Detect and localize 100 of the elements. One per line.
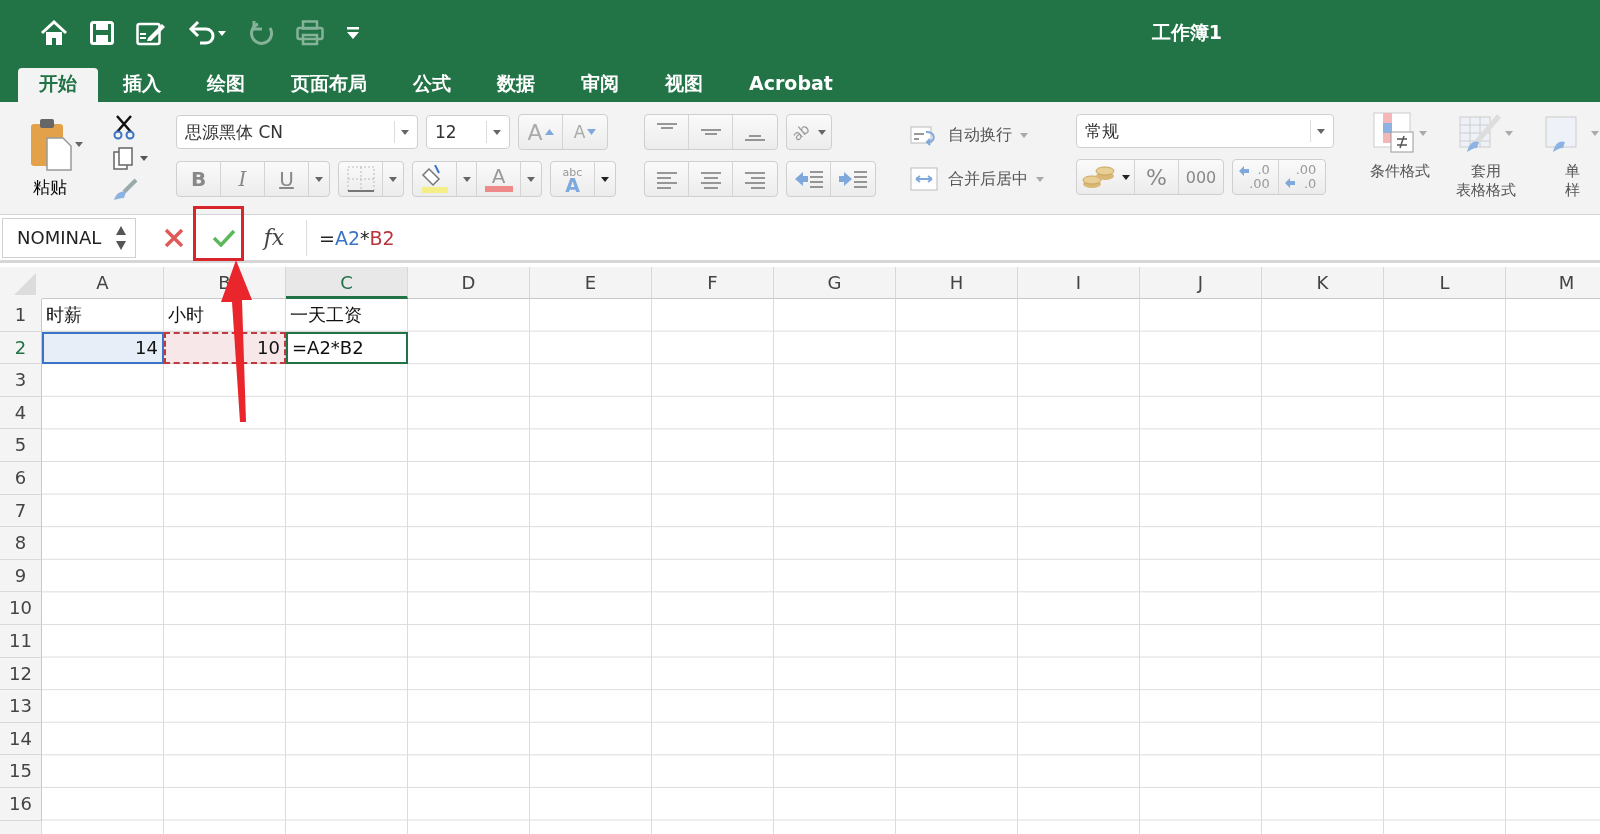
table-cell[interactable]: 时薪 <box>42 299 164 332</box>
caret-icon <box>315 176 323 182</box>
align-right-icon <box>743 169 767 189</box>
row-header[interactable]: 14 <box>0 722 42 756</box>
table-cell[interactable]: 一天工资 <box>286 299 408 332</box>
scissors-icon[interactable] <box>112 114 136 140</box>
row-header[interactable]: 4 <box>0 396 42 430</box>
row-header[interactable]: 11 <box>0 624 42 658</box>
ribbon-tab[interactable]: 绘图 <box>186 68 266 102</box>
row-header[interactable]: 8 <box>0 527 42 560</box>
check-icon <box>212 228 236 247</box>
caret-icon <box>75 142 83 147</box>
caret-icon <box>817 129 826 135</box>
merge-icon <box>910 167 940 191</box>
coins-icon <box>1081 164 1116 190</box>
ribbon-tab[interactable]: 公式 <box>392 68 472 102</box>
row-header[interactable]: 10 <box>0 592 42 625</box>
caret-icon <box>1121 174 1130 180</box>
column-header[interactable]: G <box>774 267 896 299</box>
cell-styles-button[interactable]: 条件格式 <box>1362 112 1438 214</box>
row-header[interactable]: 5 <box>0 429 42 462</box>
column-header[interactable]: M <box>1506 267 1600 299</box>
name-box[interactable]: NOMINAL <box>2 217 136 258</box>
arrow-icon <box>1285 178 1295 188</box>
caret-icon <box>1505 130 1513 136</box>
ribbon-tab[interactable]: 审阅 <box>560 68 640 102</box>
column-header[interactable]: C <box>286 267 408 299</box>
row-header[interactable]: 15 <box>0 755 42 788</box>
wrap-text-button[interactable]: 自动换行 <box>910 120 1044 150</box>
align-left-icon <box>654 169 679 189</box>
ribbon-tab[interactable]: 页面布局 <box>270 68 388 102</box>
row-header[interactable]: 9 <box>0 559 42 593</box>
caret-icon <box>1036 176 1044 182</box>
color-bar-icon <box>484 186 513 192</box>
column-header[interactable]: E <box>530 267 652 299</box>
caret-icon <box>493 129 501 135</box>
up-triangle-icon <box>544 129 554 135</box>
align-middle-icon <box>698 129 723 135</box>
caret-icon <box>1317 128 1325 134</box>
close-icon <box>164 227 184 248</box>
cell-styles-button[interactable]: 套用 表格格式 <box>1448 112 1524 214</box>
table-brush-icon <box>1459 112 1501 154</box>
ribbon-tab[interactable]: 视图 <box>644 68 724 102</box>
row-header[interactable]: 12 <box>0 657 42 691</box>
column-header[interactable]: H <box>896 267 1018 299</box>
ribbon-tab[interactable]: 数据 <box>476 68 556 102</box>
home-icon[interactable] <box>40 20 68 46</box>
caret-icon <box>462 176 471 182</box>
insert-function-button[interactable]: fx <box>256 219 292 256</box>
table-cell[interactable]: 14 <box>42 331 164 365</box>
row-header[interactable]: 2 <box>0 331 42 365</box>
copy-icon[interactable] <box>112 147 148 171</box>
ribbon-tab[interactable]: 插入 <box>102 68 182 102</box>
row-header[interactable]: 7 <box>0 494 42 528</box>
table-cell[interactable]: =A2*B2 <box>286 331 408 365</box>
column-header[interactable]: D <box>408 267 530 299</box>
row-header[interactable]: 3 <box>0 364 42 397</box>
caret-icon <box>401 129 409 135</box>
edit-icon[interactable] <box>136 20 166 46</box>
indent-icon <box>838 169 868 189</box>
stepper-icon <box>115 224 127 251</box>
caret-icon <box>1020 132 1028 138</box>
paste-button[interactable]: 粘贴 <box>20 114 92 199</box>
conditional-format-icon <box>1373 112 1415 154</box>
align-center-icon <box>698 169 723 189</box>
caret-icon <box>527 176 535 182</box>
row-header[interactable]: 6 <box>0 461 42 495</box>
column-header[interactable]: L <box>1384 267 1506 299</box>
number-format-select[interactable]: 常规 <box>1076 114 1334 148</box>
caret-icon <box>389 176 397 182</box>
column-header[interactable]: F <box>652 267 774 299</box>
column-header[interactable]: K <box>1262 267 1384 299</box>
ribbon-tab[interactable]: 开始 <box>18 68 98 102</box>
cell-styles-button[interactable]: 单 样 <box>1534 112 1600 214</box>
column-header[interactable]: A <box>42 267 164 299</box>
ribbon-tab[interactable]: Acrobat <box>728 68 854 102</box>
row-header[interactable]: 13 <box>0 690 42 723</box>
borders-icon <box>346 166 375 192</box>
outdent-icon <box>793 169 824 189</box>
align-top-icon <box>654 123 679 129</box>
merge-center-button[interactable]: 合并后居中 <box>910 164 1044 194</box>
table-cell[interactable]: 10 <box>164 331 286 365</box>
column-header[interactable]: J <box>1140 267 1262 299</box>
caret-icon <box>1419 130 1427 136</box>
clipboard-icon <box>29 116 73 172</box>
font-size-select[interactable]: 12 <box>426 115 510 149</box>
caret-icon <box>601 176 609 182</box>
arrow-icon <box>1239 166 1249 176</box>
column-header[interactable]: I <box>1018 267 1140 299</box>
formula-field[interactable]: =A2*B2 <box>307 226 395 249</box>
caret-icon[interactable] <box>346 27 360 39</box>
caret-icon <box>1591 130 1599 136</box>
font-select[interactable]: 思源黑体 CN <box>176 115 418 149</box>
paint-bucket-icon <box>420 165 449 193</box>
undo-icon[interactable] <box>188 21 228 45</box>
save-icon[interactable] <box>90 21 114 45</box>
row-header[interactable]: 16 <box>0 787 42 821</box>
row-header[interactable]: 1 <box>0 299 42 332</box>
window-title: 工作簿1 <box>1150 20 1223 45</box>
down-triangle-icon <box>587 129 597 135</box>
